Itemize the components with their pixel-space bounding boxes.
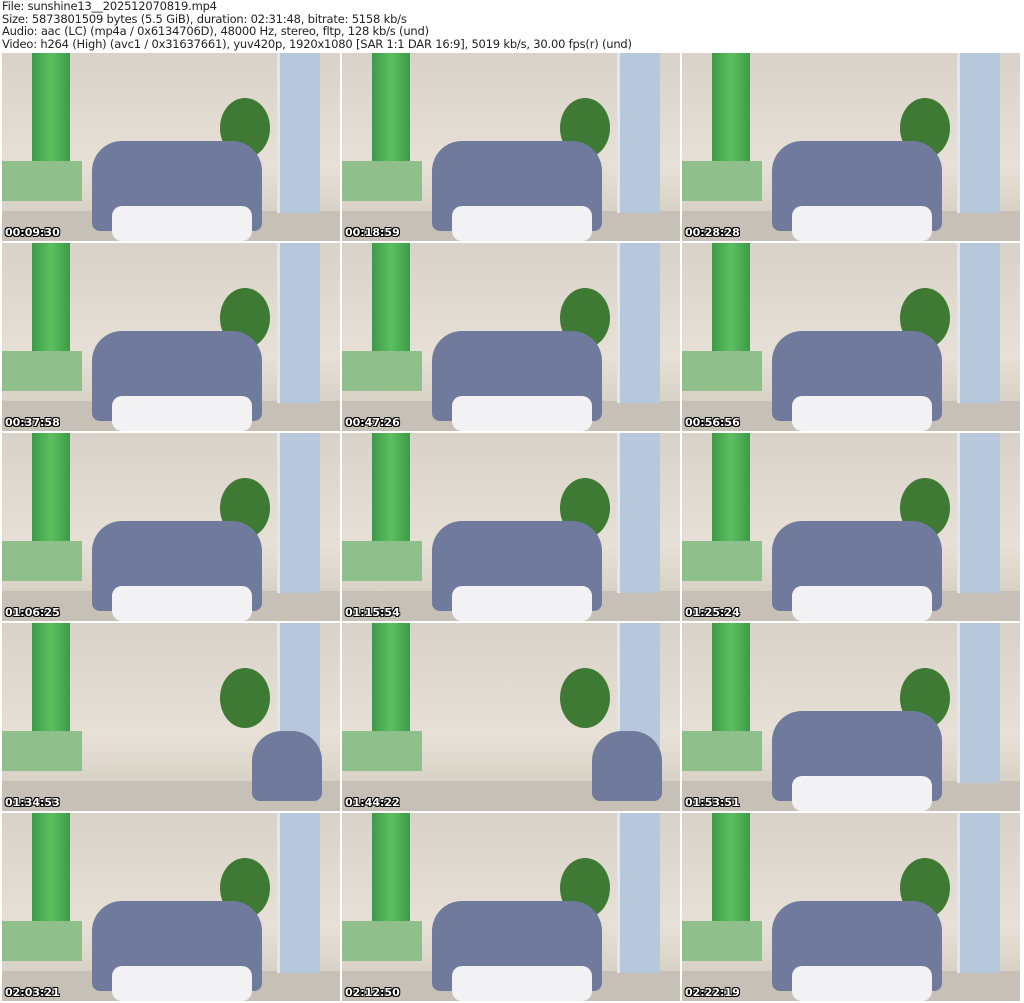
armchair [592, 731, 662, 801]
video-thumbnail: 01:44:22 [342, 623, 680, 811]
video-thumbnail: 00:09:30 [2, 53, 340, 241]
door [617, 433, 660, 593]
video-thumbnail: 02:12:50 [342, 813, 680, 1001]
video-thumbnail: 00:56:56 [682, 243, 1020, 431]
sofa [342, 161, 422, 201]
door [277, 433, 320, 593]
file-name: File: sunshine13__202512070819.mp4 [2, 0, 217, 13]
video-thumbnail: 00:47:26 [342, 243, 680, 431]
video-thumbnail: 00:18:59 [342, 53, 680, 241]
thumbnail-timestamp: 00:47:26 [345, 416, 400, 429]
sofa [342, 351, 422, 391]
sofa [682, 731, 762, 771]
thumbnail-timestamp: 02:03:21 [5, 986, 60, 999]
video-thumbnail: 01:25:24 [682, 433, 1020, 621]
door [617, 243, 660, 403]
door [277, 53, 320, 213]
video-thumbnail: 00:37:58 [2, 243, 340, 431]
door [277, 243, 320, 403]
thumbnail-timestamp: 01:34:53 [5, 796, 60, 809]
video-info: Video: h264 (High) (avc1 / 0x31637661), … [2, 36, 632, 51]
door [957, 243, 1000, 403]
video-thumbnail: 01:53:51 [682, 623, 1020, 811]
door [957, 53, 1000, 213]
door [277, 813, 320, 973]
cushion [112, 206, 252, 241]
cushion [112, 966, 252, 1001]
sofa [682, 921, 762, 961]
door [957, 433, 1000, 593]
plant [560, 668, 610, 728]
door [617, 813, 660, 973]
cushion [792, 396, 932, 431]
sofa [2, 731, 82, 771]
cushion [452, 206, 592, 241]
sofa [2, 541, 82, 581]
thumbnail-timestamp: 00:09:30 [5, 226, 60, 239]
thumbnail-timestamp: 02:12:50 [345, 986, 400, 999]
thumbnail-timestamp: 01:25:24 [685, 606, 740, 619]
video-thumbnail: 00:28:28 [682, 53, 1020, 241]
plant [220, 668, 270, 728]
door [617, 53, 660, 213]
thumbnail-timestamp: 00:18:59 [345, 226, 400, 239]
cushion [112, 586, 252, 621]
sofa [682, 161, 762, 201]
sofa [2, 351, 82, 391]
door [957, 813, 1000, 973]
armchair [252, 731, 322, 801]
cushion [792, 776, 932, 811]
sofa [2, 921, 82, 961]
video-thumbnail: 02:22:19 [682, 813, 1020, 1001]
cushion [452, 396, 592, 431]
file-info-header: File: sunshine13__202512070819.mp4 Size:… [2, 0, 632, 50]
video-thumbnail: 01:15:54 [342, 433, 680, 621]
cushion [452, 586, 592, 621]
audio-info: Audio: aac (LC) (mp4a / 0x6134706D), 480… [2, 24, 429, 39]
cushion [792, 966, 932, 1001]
video-thumbnail: 01:34:53 [2, 623, 340, 811]
thumbnail-timestamp: 00:28:28 [685, 226, 740, 239]
sofa [342, 921, 422, 961]
sofa [342, 541, 422, 581]
cushion [452, 966, 592, 1001]
sofa [682, 351, 762, 391]
cushion [792, 586, 932, 621]
thumbnail-timestamp: 00:37:58 [5, 416, 60, 429]
video-thumbnail: 02:03:21 [2, 813, 340, 1001]
cushion [112, 396, 252, 431]
sofa [2, 161, 82, 201]
thumbnail-timestamp: 02:22:19 [685, 986, 740, 999]
thumbnail-timestamp: 01:44:22 [345, 796, 400, 809]
thumbnail-timestamp: 00:56:56 [685, 416, 740, 429]
sofa [682, 541, 762, 581]
door [957, 623, 1000, 783]
thumbnail-timestamp: 01:15:54 [345, 606, 400, 619]
cushion [792, 206, 932, 241]
thumbnail-grid: 00:09:30 00:18:59 00:28:28 00:37:58 00:47:26… [2, 53, 1020, 1001]
thumbnail-timestamp: 01:06:25 [5, 606, 60, 619]
sofa [342, 731, 422, 771]
thumbnail-timestamp: 01:53:51 [685, 796, 740, 809]
video-thumbnail: 01:06:25 [2, 433, 340, 621]
